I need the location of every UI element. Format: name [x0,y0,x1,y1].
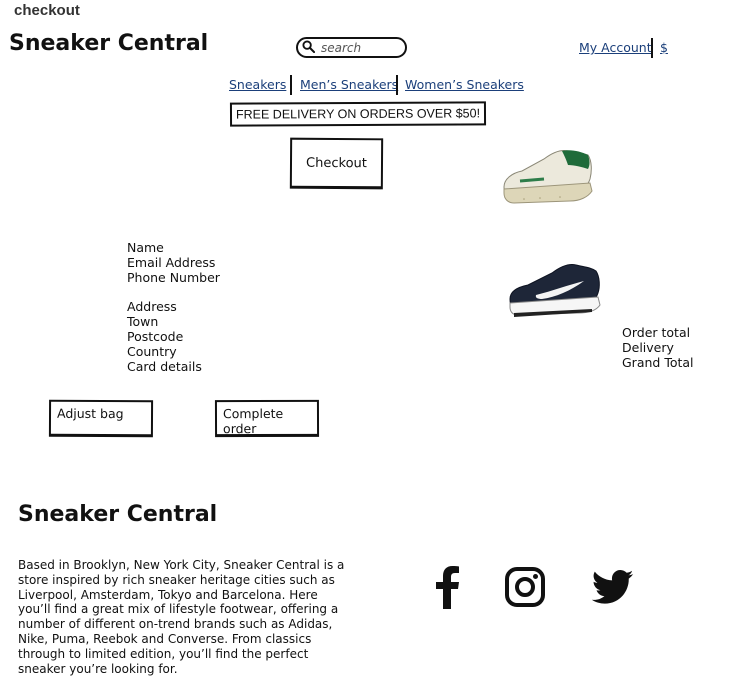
checkout-button[interactable]: Checkout [289,137,384,190]
sneaker-white-green-icon[interactable] [500,143,596,209]
country-field-label[interactable]: Country [127,344,220,359]
nav-divider [396,75,398,95]
postcode-field-label[interactable]: Postcode [127,329,220,344]
about-text: Based in Brooklyn, New York City, Sneake… [18,558,345,676]
complete-order-button[interactable]: Complete order [214,399,320,438]
page-label: checkout [14,2,80,19]
card-details-field-label[interactable]: Card details [127,359,220,374]
footer-brand: Sneaker Central [18,502,218,527]
currency-link[interactable]: $ [660,40,668,55]
search-icon [302,38,316,57]
phone-field-label[interactable]: Phone Number [127,270,220,285]
twitter-icon[interactable] [592,570,634,605]
instagram-icon[interactable] [505,567,545,607]
nav-divider [290,75,292,95]
name-field-label[interactable]: Name [127,240,220,255]
search-box[interactable] [296,37,407,58]
delivery-label: Delivery [622,340,674,355]
search-input[interactable] [319,39,403,56]
town-field-label[interactable]: Town [127,314,220,329]
nav-item-sneakers[interactable]: Sneakers [229,77,286,92]
site-brand[interactable]: Sneaker Central [9,31,208,56]
grand-total-label: Grand Total [622,355,694,370]
adjust-bag-button[interactable]: Adjust bag [48,399,154,438]
order-summary: Order total Delivery Grand Total [622,325,694,370]
address-field-label[interactable]: Address [127,299,220,314]
checkout-form: Name Email Address Phone Number Address … [127,240,220,374]
nav-item-mens-sneakers[interactable]: Men’s Sneakers [300,77,398,92]
email-field-label[interactable]: Email Address [127,255,220,270]
my-account-link[interactable]: My Account [579,40,652,55]
order-total-label: Order total [622,325,691,340]
facebook-icon[interactable] [433,565,461,609]
nav-item-womens-sneakers[interactable]: Women’s Sneakers [405,77,524,92]
header-divider [651,38,653,58]
sneaker-navy-white-icon[interactable] [506,261,602,323]
free-delivery-banner: FREE DELIVERY ON ORDERS OVER $50! [229,101,487,127]
form-spacer [127,285,220,299]
